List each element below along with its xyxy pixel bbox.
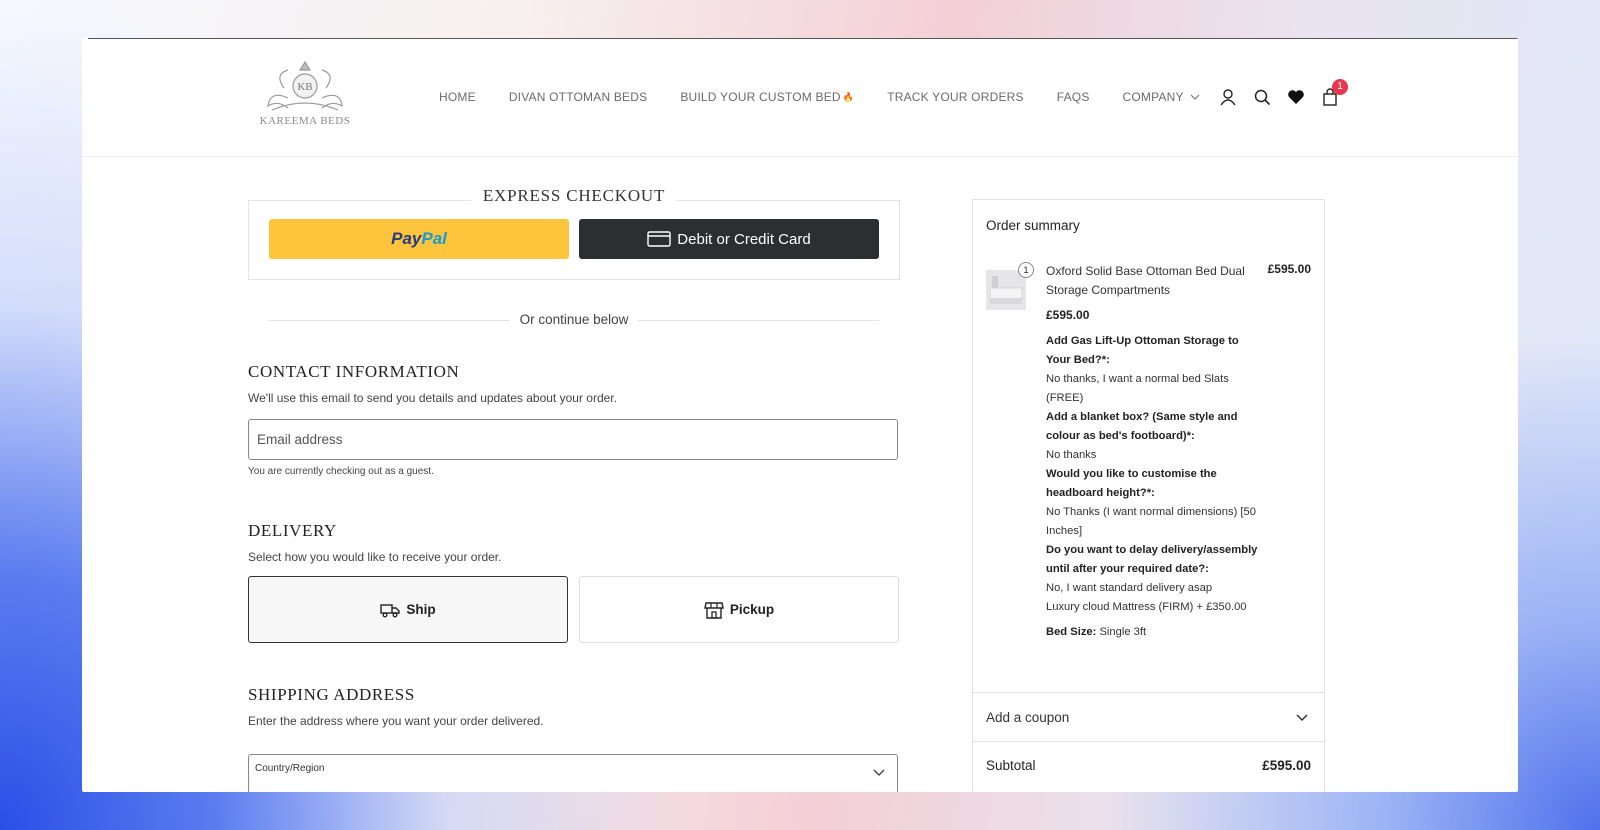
contact-description: We'll use this email to send you details… <box>248 391 617 405</box>
email-field[interactable] <box>248 419 898 460</box>
pickup-label: Pickup <box>729 602 775 617</box>
bed-size-label: Bed Size: <box>1046 626 1097 638</box>
account-icon[interactable] <box>1219 88 1237 106</box>
delivery-title: DELIVERY <box>248 521 337 540</box>
search-icon[interactable] <box>1253 88 1271 106</box>
option-question: Add a blanket box? (Same style and colou… <box>1046 411 1238 442</box>
store-icon <box>704 601 724 619</box>
fire-icon: 🔥 <box>842 91 855 102</box>
option-answer: No, I want standard delivery asap <box>1046 582 1213 594</box>
quantity-badge: 1 <box>1018 262 1034 278</box>
shipping-address-title: SHIPPING ADDRESS <box>248 685 415 704</box>
contact-information-title: CONTACT INFORMATION <box>248 362 460 381</box>
bed-size: Bed Size: Single 3ft <box>1046 623 1261 642</box>
main-nav: HOME DIVAN OTTOMAN BEDS BUILD YOUR CUSTO… <box>439 90 1233 104</box>
credit-card-icon <box>647 231 671 247</box>
nav-track-orders[interactable]: TRACK YOUR ORDERS <box>887 90 1024 104</box>
nav-build-custom-bed[interactable]: BUILD YOUR CUSTOM BED 🔥 <box>680 90 854 104</box>
logo-monogram: KB <box>297 81 312 93</box>
product-line-price: £595.00 <box>1267 262 1311 276</box>
ship-option[interactable]: Ship <box>248 576 568 643</box>
paypal-logo-pay: Pay <box>391 229 422 248</box>
card-button-label: Debit or Credit Card <box>677 230 811 248</box>
nav-home[interactable]: HOME <box>439 90 476 104</box>
product-name: Oxford Solid Base Ottoman Bed Dual Stora… <box>1046 264 1245 297</box>
option-answer: No thanks <box>1046 449 1097 461</box>
subtotal-label: Subtotal <box>986 758 1036 773</box>
product-options: Add Gas Lift-Up Ottoman Storage to Your … <box>1046 332 1261 642</box>
chevron-down-icon[interactable] <box>1296 714 1308 722</box>
country-region-label: Country/Region <box>255 763 325 774</box>
debit-credit-card-button[interactable]: Debit or Credit Card <box>579 219 879 259</box>
option-answer: No Thanks (I want normal dimensions) [50… <box>1046 506 1256 537</box>
chevron-down-icon <box>1190 94 1200 100</box>
nav-faqs[interactable]: FAQS <box>1057 90 1090 104</box>
subtotal-value: £595.00 <box>1262 758 1311 773</box>
mattress-addon: Luxury cloud Mattress (FIRM) + £350.00 <box>1046 601 1247 613</box>
guest-checkout-note: You are currently checking out as a gues… <box>248 466 434 477</box>
option-question: Add Gas Lift-Up Ottoman Storage to Your … <box>1046 335 1239 366</box>
kareema-beds-logo[interactable]: KB KAREEMA BEDS <box>258 58 352 130</box>
paypal-logo-pal: Pal <box>421 229 447 248</box>
country-region-select[interactable]: Country/Region <box>248 754 898 792</box>
chevron-down-icon <box>873 769 885 776</box>
wishlist-heart-icon[interactable] <box>1287 88 1305 106</box>
header-actions: 1 <box>1219 79 1348 106</box>
bed-size-value: Single 3ft <box>1099 626 1147 638</box>
option-answer: No thanks, I want a normal bed Slats (FR… <box>1046 373 1229 404</box>
cart-count-badge: 1 <box>1332 79 1348 95</box>
paypal-button[interactable]: Pay Pal <box>269 219 569 259</box>
pickup-option[interactable]: Pickup <box>579 576 899 643</box>
summary-divider <box>973 741 1324 742</box>
summary-divider <box>973 692 1324 693</box>
order-summary-panel: Order summary 1 Oxford Solid Base Ottoma… <box>972 199 1325 792</box>
continue-below-text: Or continue below <box>269 312 879 327</box>
delivery-description: Select how you would like to receive you… <box>248 550 502 564</box>
express-checkout-title: EXPRESS CHECKOUT <box>248 186 900 206</box>
shipping-description: Enter the address where you want your or… <box>248 714 544 728</box>
ship-label: Ship <box>406 602 436 617</box>
truck-icon <box>380 603 401 617</box>
browser-window: KB KAREEMA BEDS HOME DIVAN OTTOMAN BEDS … <box>82 38 1518 792</box>
nav-divan-ottoman-beds[interactable]: DIVAN OTTOMAN BEDS <box>509 90 648 104</box>
cart-icon[interactable]: 1 <box>1321 79 1348 106</box>
order-summary-title: Order summary <box>986 218 1080 233</box>
option-question: Would you like to customise the headboar… <box>1046 468 1217 499</box>
add-coupon-toggle[interactable]: Add a coupon <box>986 710 1069 725</box>
nav-company[interactable]: COMPANY <box>1123 90 1200 104</box>
site-header: KB KAREEMA BEDS HOME DIVAN OTTOMAN BEDS … <box>82 38 1518 157</box>
option-question: Do you want to delay delivery/assembly u… <box>1046 544 1258 575</box>
logo-wordmark: KAREEMA BEDS <box>260 115 351 127</box>
product-unit-price: £595.00 <box>1046 308 1090 322</box>
